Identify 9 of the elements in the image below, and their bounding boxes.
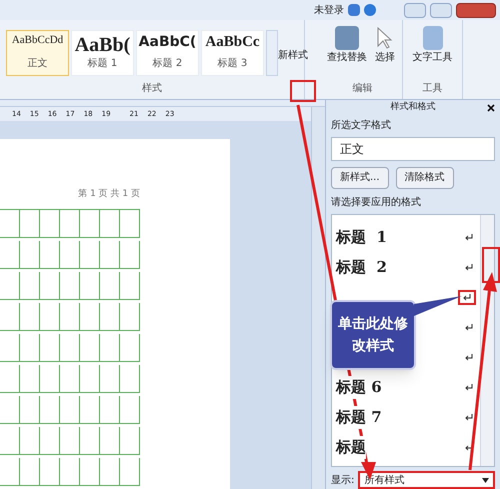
group-label: 样式 <box>142 82 162 96</box>
show-label: 显示: <box>331 474 354 488</box>
section-label: 请选择要应用的格式 <box>331 196 422 210</box>
page-header: 第 1 页 共 1 页 <box>78 188 140 200</box>
callout-tooltip: 单击此处修改样式 <box>330 300 416 370</box>
group-label: 工具 <box>422 82 442 96</box>
group-label: 编辑 <box>352 82 372 96</box>
section-label: 所选文字格式 <box>331 118 392 133</box>
pane-title: 样式和格式 <box>390 101 436 114</box>
